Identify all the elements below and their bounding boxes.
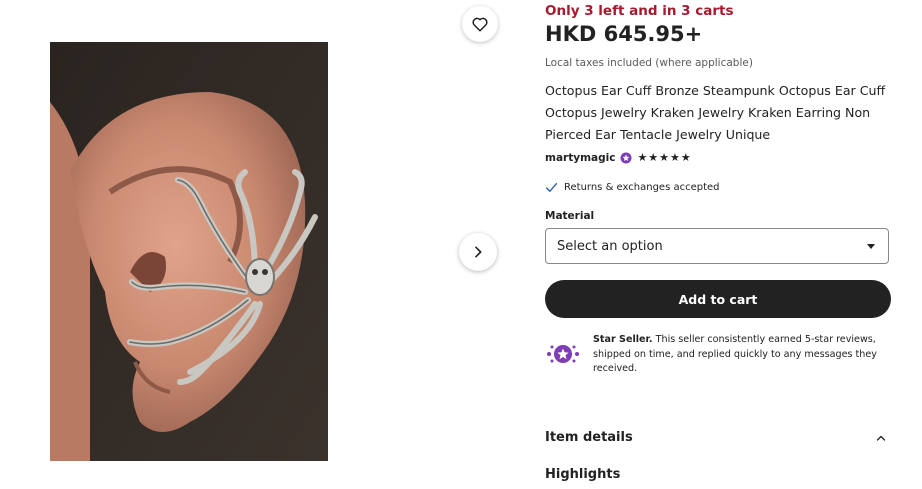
- star-seller-small-badge-icon: [620, 152, 632, 163]
- item-details-toggle[interactable]: Item details: [545, 430, 887, 445]
- add-to-cart-button[interactable]: Add to cart: [545, 280, 891, 318]
- returns-policy: Returns & exchanges accepted: [545, 181, 720, 194]
- favorite-button[interactable]: [462, 6, 498, 42]
- material-label: Material: [545, 210, 595, 222]
- star-seller-badge-icon: [547, 345, 579, 363]
- returns-text: Returns & exchanges accepted: [564, 182, 720, 193]
- price: HKD 645.95+: [545, 22, 703, 46]
- tax-note: Local taxes included (where applicable): [545, 57, 753, 69]
- rating-stars[interactable]: ★★★★★: [637, 151, 691, 164]
- star-seller-title: Star Seller.: [593, 334, 653, 345]
- caret-down-icon: [867, 244, 875, 249]
- stock-message: Only 3 left and in 3 carts: [545, 3, 734, 19]
- product-image[interactable]: [50, 42, 328, 461]
- check-icon: [545, 183, 558, 192]
- material-select[interactable]: Select an option: [545, 228, 889, 264]
- next-image-button[interactable]: [459, 233, 497, 271]
- star-seller-info: Star Seller. This seller consistently ea…: [545, 333, 891, 377]
- star-seller-description: Star Seller. This seller consistently ea…: [593, 333, 891, 377]
- shop-name-link[interactable]: martymagic: [545, 152, 615, 164]
- highlights-heading: Highlights: [545, 467, 621, 482]
- chevron-right-icon: [475, 246, 482, 258]
- heart-icon: [472, 17, 488, 32]
- octopus-ear-cuff-photo: [50, 42, 328, 461]
- shop-row: martymagic ★★★★★: [545, 151, 692, 164]
- listing-title: Octopus Ear Cuff Bronze Steampunk Octopu…: [545, 83, 886, 142]
- item-details-heading: Item details: [545, 430, 633, 445]
- material-selected-value: Select an option: [557, 238, 663, 254]
- chevron-up-icon: [876, 435, 886, 441]
